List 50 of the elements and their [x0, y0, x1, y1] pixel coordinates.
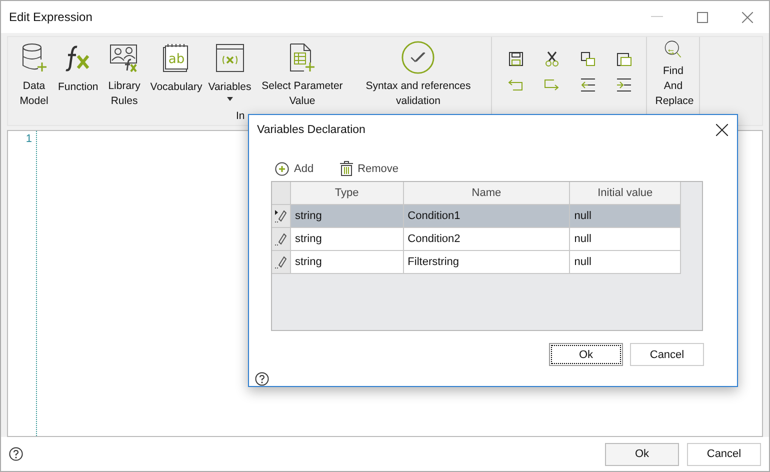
- trash-icon: [340, 161, 353, 176]
- line-number: 1: [26, 133, 32, 145]
- table-cell: string: [290, 228, 404, 250]
- ab-icon-text: ab: [168, 52, 185, 67]
- ribbon-button[interactable]: Select Parameter Value: [255, 37, 350, 109]
- ribbon-button[interactable]: Function: [56, 37, 100, 109]
- row-edit-icon: [274, 254, 288, 269]
- grid-row[interactable]: string Condition2 null: [272, 228, 681, 251]
- group-label: In: [236, 109, 246, 123]
- copy-icon[interactable]: [580, 51, 596, 67]
- close-icon[interactable]: [716, 124, 728, 136]
- column-header[interactable]: Name: [404, 182, 570, 204]
- help-icon[interactable]: [9, 447, 23, 461]
- table-cell: Condition2: [404, 228, 570, 250]
- column-header[interactable]: Initial value: [570, 182, 681, 204]
- table-cell: string: [290, 204, 404, 227]
- row-edit-icon: [274, 232, 288, 246]
- grid-row[interactable]: string Condition1 null: [272, 204, 681, 228]
- toolbar-button[interactable]: Remove: [340, 158, 399, 179]
- clipboard-icon[interactable]: [616, 51, 632, 67]
- ribbon-button[interactable]: Syntax and references validation: [351, 37, 486, 109]
- row-edit-icon: [274, 208, 288, 223]
- ribbon-button[interactable]: Library Rules: [102, 37, 146, 109]
- column-header[interactable]: Type: [290, 182, 404, 204]
- scissors-icon[interactable]: [544, 51, 560, 67]
- dialog-button[interactable]: Cancel: [630, 343, 704, 366]
- table-cell: string: [290, 250, 404, 273]
- table-cell: Condition1: [404, 204, 570, 227]
- table-cell: null: [570, 250, 681, 273]
- ribbon-button[interactable]: ab Vocabulary: [148, 37, 204, 109]
- indent-icon[interactable]: [616, 77, 632, 93]
- ribbon-button[interactable]: Find And Replace: [653, 37, 694, 109]
- window-title: Edit Expression: [9, 10, 92, 24]
- ribbon-button[interactable]: Variables: [206, 37, 254, 109]
- outdent-icon[interactable]: [580, 77, 596, 93]
- save-icon[interactable]: [508, 51, 524, 67]
- dialog-button[interactable]: Ok: [549, 343, 623, 366]
- add-icon: [275, 162, 289, 176]
- dialog-button[interactable]: Cancel: [687, 442, 761, 466]
- check-circle-icon: [400, 40, 436, 75]
- maximize-icon[interactable]: [697, 12, 708, 22]
- help-icon[interactable]: [255, 372, 269, 386]
- grid-row[interactable]: string Filterstring null: [272, 250, 681, 274]
- dialog-button[interactable]: Ok: [605, 442, 679, 466]
- table-cell: null: [570, 204, 681, 227]
- table-cell: null: [570, 228, 681, 250]
- toolbar-button[interactable]: Add: [275, 158, 314, 179]
- ribbon-button[interactable]: Data Model: [14, 37, 54, 109]
- dialog-title: Variables Declaration: [257, 124, 366, 136]
- table-cell: Filterstring: [404, 250, 570, 273]
